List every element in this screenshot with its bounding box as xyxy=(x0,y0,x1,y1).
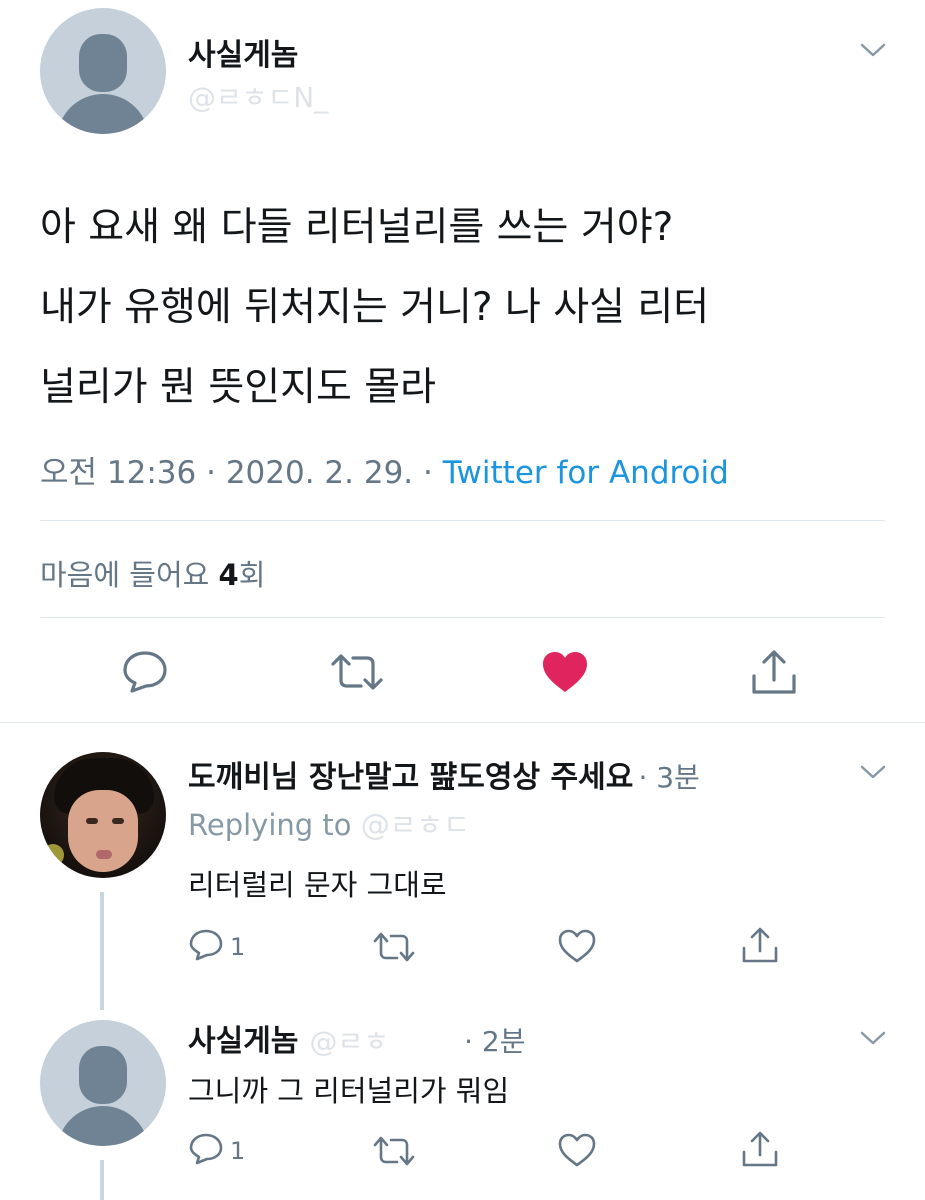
like-heart-icon[interactable] xyxy=(557,928,597,964)
chevron-down-icon[interactable] xyxy=(858,762,888,782)
author-handle[interactable]: @ㄹㅎ xyxy=(310,1025,390,1058)
chevron-down-icon[interactable] xyxy=(858,40,888,60)
tweet-text-line: 내가 유행에 뒤처지는 거니? 나 사실 리터 xyxy=(40,285,710,330)
reply-icon[interactable] xyxy=(188,1132,224,1166)
chevron-down-icon[interactable] xyxy=(858,1028,888,1048)
tweet-source-link[interactable]: Twitter for Android xyxy=(443,455,729,491)
likes-summary[interactable]: 마음에 들어요 4회 xyxy=(40,552,265,594)
tweet-text-line: 아 요새 왜 다들 리터널리를 쓰는 거야? xyxy=(40,205,674,250)
retweet-icon[interactable] xyxy=(372,1135,416,1167)
tweet-text: 아 요새 왜 다들 리터널리를 쓰는 거야? 내가 유행에 뒤처지는 거니? 나… xyxy=(40,188,709,428)
avatar[interactable] xyxy=(40,1020,166,1146)
meta-separator: · xyxy=(206,455,216,491)
reply-header: 도깨비님 장난말고 퍒도영상 주세요 · 3분 xyxy=(188,752,700,796)
author-handle[interactable]: @ㄹㅎㄷN_ xyxy=(188,76,328,116)
author-name[interactable]: 사실게놈 xyxy=(188,30,298,74)
reply-header: 사실게놈 @ㄹㅎ · 2분 xyxy=(188,1016,526,1060)
likes-count: 4 xyxy=(218,558,239,592)
reply-icon[interactable] xyxy=(188,928,224,962)
share-icon[interactable] xyxy=(750,648,798,696)
tweet-text-line: 널리가 뭔 뜻인지도 몰라 xyxy=(40,365,436,410)
section-divider xyxy=(0,722,925,723)
likes-label: 마음에 들어요 xyxy=(40,558,210,592)
reply-text: 리터럴리 문자 그대로 xyxy=(188,868,447,902)
tweet-time[interactable]: 오전 12:36 xyxy=(40,455,196,491)
tweet-date[interactable]: 2020. 2. 29. xyxy=(226,455,413,491)
reply-count: 1 xyxy=(230,933,246,961)
retweet-icon[interactable] xyxy=(372,931,416,963)
replying-to: Replying to @ㄹㅎㄷ xyxy=(188,802,470,844)
reply-icon[interactable] xyxy=(120,648,170,694)
replying-to-label: Replying to xyxy=(188,808,352,842)
reply-time[interactable]: · 2분 xyxy=(464,1025,525,1058)
like-heart-icon[interactable] xyxy=(541,650,589,694)
retweet-icon[interactable] xyxy=(329,652,385,692)
divider xyxy=(40,520,885,521)
author-name[interactable]: 도깨비님 장난말고 퍒도영상 주세요 xyxy=(188,760,633,795)
likes-unit: 회 xyxy=(238,558,266,592)
divider xyxy=(40,617,885,618)
thread-line xyxy=(100,1160,104,1200)
reply-text: 그니까 그 리터널리가 뭐임 xyxy=(188,1074,510,1108)
meta-separator: · xyxy=(423,455,433,491)
share-icon[interactable] xyxy=(741,1130,779,1168)
reply-count: 1 xyxy=(230,1137,246,1165)
reply-time[interactable]: · 3분 xyxy=(638,761,699,794)
replying-to-handle[interactable]: @ㄹㅎㄷ xyxy=(361,808,470,842)
like-heart-icon[interactable] xyxy=(557,1132,597,1168)
avatar[interactable] xyxy=(40,752,166,878)
author-name[interactable]: 사실게놈 xyxy=(188,1024,298,1059)
share-icon[interactable] xyxy=(741,926,779,964)
avatar[interactable] xyxy=(40,8,166,134)
thread-line xyxy=(100,892,104,1010)
tweet-meta: 오전 12:36 · 2020. 2. 29. · Twitter for An… xyxy=(40,447,729,492)
